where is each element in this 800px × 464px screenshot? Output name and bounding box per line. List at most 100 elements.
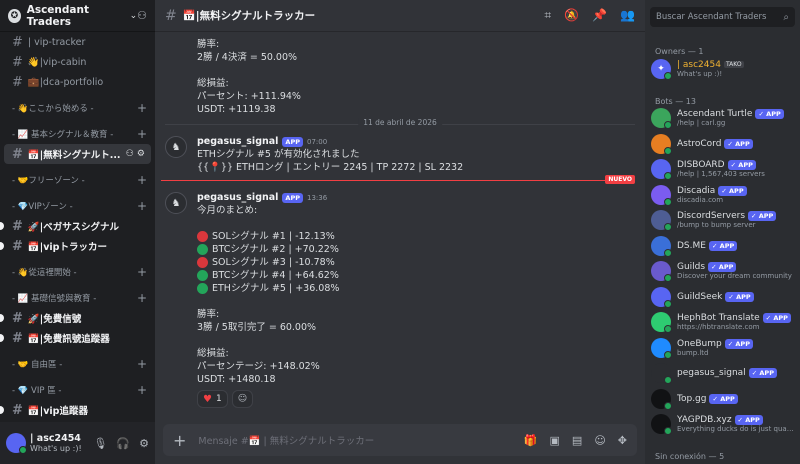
bots-list: Ascendant Turtle ✓ APP/help | carl.gg Astr… bbox=[651, 106, 794, 438]
invite-people-icon[interactable]: ⚇ bbox=[137, 9, 147, 22]
channel-label: 🚀|免費信號 bbox=[27, 314, 82, 325]
result-line: ETHシグナル #5 | +36.08% bbox=[197, 282, 645, 295]
channel-category[interactable]: - 👋從這裡開始 - + bbox=[0, 262, 155, 282]
message-line: 勝率: bbox=[197, 39, 220, 50]
member-name: Guilds bbox=[677, 262, 706, 273]
hash-icon: # bbox=[12, 218, 23, 234]
search-input[interactable]: Buscar Ascendant Traders ⌕ bbox=[650, 7, 795, 27]
app-badge: ✓ APP bbox=[748, 211, 777, 222]
member-item[interactable]: Ascendant Turtle ✓ APP/help | carl.gg bbox=[651, 106, 794, 132]
add-reaction-button[interactable]: ☺ bbox=[231, 390, 254, 408]
channel-category[interactable]: - 🤝 自由區 - + bbox=[0, 354, 155, 374]
apps-icon[interactable]: ✥ bbox=[618, 434, 627, 447]
member-name: OneBump bbox=[677, 338, 722, 349]
member-item[interactable]: Discadia ✓ APP discadia.com bbox=[651, 182, 794, 208]
threads-icon[interactable]: ⌗ bbox=[544, 8, 551, 23]
channel-label: 👋|vip-cabin bbox=[27, 56, 87, 68]
result-text: ETHシグナル #5 | +36.08% bbox=[212, 283, 340, 294]
avatar[interactable]: ♞ bbox=[165, 192, 187, 214]
channel-label: 📅|無料シグナルト... bbox=[27, 150, 121, 161]
category-label: - 📈 基本シグナル＆教育 - bbox=[12, 130, 114, 140]
member-status: Everything ducks do is just quacke... bbox=[677, 425, 794, 434]
category-label: - 🤝 自由區 - bbox=[12, 360, 63, 370]
sidebar-item-channel[interactable]: # | vip-tracker bbox=[4, 32, 151, 52]
new-badge: NUEVO bbox=[605, 175, 635, 184]
message-line: パーセンテージ: +148.02% bbox=[197, 361, 320, 372]
emoji-icon[interactable]: ☺ bbox=[594, 434, 605, 447]
sidebar-item-channel[interactable]: # 💼|dca-portfolio bbox=[4, 72, 151, 92]
message-time: 07:00 bbox=[306, 137, 328, 146]
member-item[interactable]: DiscordServers ✓ APP/bump to bump server bbox=[651, 208, 794, 234]
channel-category[interactable]: - 💎VIPゾーン - + bbox=[0, 196, 155, 216]
avatar bbox=[651, 312, 672, 334]
hash-icon: # bbox=[12, 74, 23, 90]
result-line: SOLシグナル #3 | -10.78% bbox=[197, 256, 645, 269]
user-panel: | asc2454 What's up :)! 🎙 🎧 ⚙ bbox=[0, 422, 155, 464]
add-channel-icon[interactable]: + bbox=[137, 127, 147, 141]
member-item[interactable]: HephBot Translate ✓ APP https://hbtranslat… bbox=[651, 310, 794, 336]
sidebar-item-channel[interactable]: # 📅|無料シグナルト... ⚇ ⚙ bbox=[4, 144, 151, 164]
message-line: ETHシグナル #5 が有効化されました bbox=[197, 149, 360, 160]
heart-reaction[interactable]: ♥ 1 bbox=[197, 390, 228, 408]
avatar[interactable]: ♞ bbox=[165, 136, 187, 158]
hash-icon: # bbox=[12, 54, 23, 70]
message-line bbox=[197, 64, 645, 77]
gear-icon[interactable]: ⚇ ⚙ bbox=[126, 149, 145, 159]
add-channel-icon[interactable]: + bbox=[137, 173, 147, 187]
add-channel-icon[interactable]: + bbox=[137, 383, 147, 397]
member-item[interactable]: DS.ME ✓ APP bbox=[651, 233, 794, 259]
gift-icon[interactable]: 🎁 bbox=[524, 434, 538, 447]
microphone-icon[interactable]: 🎙 bbox=[93, 437, 107, 450]
member-list: Owners — 1 ✦ | asc2454 TAKO What's up :)!… bbox=[645, 32, 800, 464]
members-icon[interactable]: 👥 bbox=[620, 8, 635, 23]
sidebar-item-channel[interactable]: # 🚀|免費信號 bbox=[0, 308, 151, 328]
channel-category[interactable]: - 📈 基本シグナル＆教育 - + bbox=[0, 124, 155, 144]
member-item[interactable]: Top.gg ✓ APP bbox=[651, 386, 794, 412]
channel-category[interactable]: - 💎 VIP 區 - + bbox=[0, 380, 155, 400]
app-badge: ✓ APP bbox=[725, 291, 754, 302]
message-line: 今月のまとめ: bbox=[197, 205, 258, 216]
add-channel-icon[interactable]: + bbox=[137, 357, 147, 371]
mute-bell-icon[interactable]: 🔕 bbox=[564, 8, 579, 23]
message-input[interactable]: Mensaje #📅 | 無料シグナルトラッカー bbox=[198, 433, 374, 447]
member-item[interactable]: Guilds ✓ APP Discover your dream community bbox=[651, 259, 794, 285]
pin-icon[interactable]: 📌 bbox=[592, 8, 607, 23]
member-item[interactable]: pegasus_signal ✓ APP bbox=[651, 361, 794, 387]
add-channel-icon[interactable]: + bbox=[137, 265, 147, 279]
sidebar-item-channel[interactable]: # 📅|免費訊號追蹤器 bbox=[0, 328, 151, 348]
sidebar-item-channel[interactable]: # 👋|vip-cabin bbox=[4, 52, 151, 72]
member-item[interactable]: GuildSeek ✓ APP bbox=[651, 284, 794, 310]
message-author[interactable]: pegasus_signal bbox=[197, 192, 278, 203]
member-name: Top.gg bbox=[677, 393, 707, 404]
avatar bbox=[651, 286, 672, 308]
member-item[interactable]: AstroCord ✓ APP bbox=[651, 131, 794, 157]
message-line: パーセント: +111.94% bbox=[197, 91, 301, 102]
message-composer[interactable]: + Mensaje #📅 | 無料シグナルトラッカー 🎁 ▣ ▤ ☺ ✥ bbox=[163, 424, 637, 456]
sidebar-item-channel[interactable]: # 📅|vipトラッカー bbox=[0, 236, 151, 256]
add-channel-icon[interactable]: + bbox=[137, 101, 147, 115]
guild-header[interactable]: ✪ Ascendant Traders ⌄ ⚇ bbox=[0, 0, 155, 32]
member-status: https://hbtranslate.com bbox=[677, 323, 760, 332]
status-circle-icon bbox=[197, 231, 208, 242]
member-item[interactable]: YAGPDB.xyz ✓ APP Everything ducks do is ju… bbox=[651, 412, 794, 438]
gif-icon[interactable]: ▣ bbox=[550, 434, 560, 447]
channel-category[interactable]: - 👋ここから始める - + bbox=[0, 98, 155, 118]
headphones-icon[interactable]: 🎧 bbox=[116, 437, 130, 450]
sidebar-item-channel[interactable]: # 🚀|ベガサスシグナル bbox=[0, 216, 151, 236]
attach-plus-icon[interactable]: + bbox=[173, 431, 186, 450]
gear-icon[interactable]: ⚙ bbox=[139, 437, 149, 450]
message-author[interactable]: pegasus_signal bbox=[197, 136, 278, 147]
result-line: BTCシグナル #4 | +64.62% bbox=[197, 269, 645, 282]
avatar bbox=[651, 210, 672, 232]
member-item[interactable]: DISBOARD ✓ APP/help | 1,567,403 servers bbox=[651, 157, 794, 183]
member-item[interactable]: OneBump ✓ APP bump.ltd bbox=[651, 335, 794, 361]
member-item[interactable]: ✦ | asc2454 TAKO What's up :)! bbox=[651, 56, 794, 82]
avatar[interactable] bbox=[6, 433, 27, 454]
sidebar-item-channel[interactable]: # 📅|vip追蹤器 bbox=[0, 400, 151, 420]
add-channel-icon[interactable]: + bbox=[137, 199, 147, 213]
sticker-icon[interactable]: ▤ bbox=[572, 434, 582, 447]
add-channel-icon[interactable]: + bbox=[137, 291, 147, 305]
member-name: | asc2454 bbox=[677, 59, 721, 70]
channel-category[interactable]: - 🤝フリーゾーン - + bbox=[0, 170, 155, 190]
channel-category[interactable]: - 📈 基礎信號與教育 - + bbox=[0, 288, 155, 308]
